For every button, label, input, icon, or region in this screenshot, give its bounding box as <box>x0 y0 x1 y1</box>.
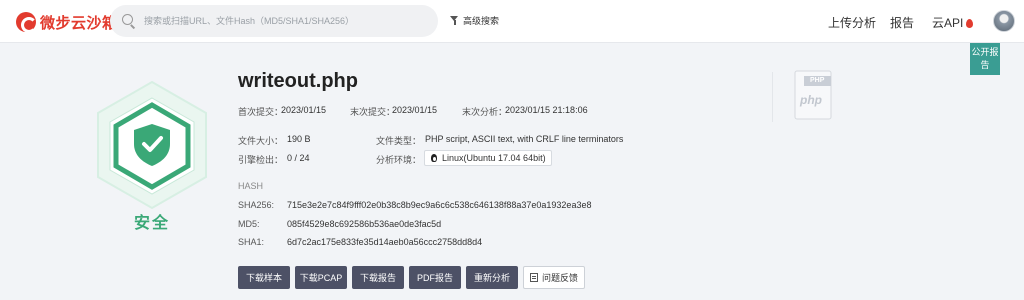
sha256-value: 715e3e2e7c84f9fff02e0b38c8b9ec9a6c6c538c… <box>287 200 592 210</box>
last-submit-value: 2023/01/15 <box>392 105 438 115</box>
md5-label: MD5: <box>238 219 260 229</box>
pdf-report-button[interactable]: PDF报告 <box>409 266 461 289</box>
verdict-shield <box>94 80 210 210</box>
file-size-label: 文件大小： <box>238 136 284 146</box>
last-analysis-label: 末次分析： <box>462 107 508 117</box>
md5-value: 085f4529e8c692586b536ae0de3fac5d <box>287 219 442 229</box>
nav-cloud-api[interactable]: 云API <box>932 14 974 31</box>
analysis-env-label: 分析环境： <box>376 155 422 165</box>
logo-text: 微步云沙箱 <box>40 14 118 32</box>
download-sample-button[interactable]: 下载样本 <box>238 266 290 289</box>
logo-icon <box>16 12 37 33</box>
file-name-title: writeout.php <box>238 70 358 92</box>
sha256-label: SHA256: <box>238 200 275 210</box>
sha1-value: 6d7c2ac175e833fe35d14aeb0a56ccc2758dd8d4 <box>287 237 483 247</box>
user-avatar[interactable] <box>993 10 1015 32</box>
shield-safe-icon <box>97 80 207 210</box>
search-icon <box>122 14 136 28</box>
top-nav-bar: 微步云沙箱 高级搜索 上传分析 报告 云API <box>0 0 1024 43</box>
sha1-label: SHA1: <box>238 237 265 247</box>
nav-report[interactable]: 报告 <box>890 14 914 31</box>
nav-cloud-api-label: 云API <box>932 16 964 30</box>
analysis-env-tag: Linux(Ubuntu 17.04 64bit) <box>424 150 552 166</box>
last-analysis-value: 2023/01/15 21:18:06 <box>505 105 588 115</box>
logo[interactable]: 微步云沙箱 <box>16 11 118 33</box>
file-size-value: 190 B <box>287 134 311 144</box>
nav-upload-analysis[interactable]: 上传分析 <box>828 14 876 31</box>
first-submit-label: 首次提交： <box>238 107 284 117</box>
search-bar <box>110 5 438 37</box>
feedback-button[interactable]: 问题反馈 <box>523 266 585 289</box>
feedback-label: 问题反馈 <box>541 273 578 283</box>
file-type-label: 文件类型： <box>376 136 422 146</box>
hot-icon <box>966 19 974 28</box>
file-icon-text: php <box>800 93 822 107</box>
php-file-icon: PHP php <box>794 70 832 120</box>
filter-icon <box>450 16 459 25</box>
engine-detection-label: 引擎检出： <box>238 155 284 165</box>
verdict-label: 安全 <box>133 215 170 232</box>
last-submit-label: 末次提交： <box>350 107 396 117</box>
first-submit-value: 2023/01/15 <box>281 105 327 115</box>
file-icon-badge: PHP <box>810 77 825 84</box>
hash-heading: HASH <box>238 181 264 191</box>
analysis-env-value: Linux(Ubuntu 17.04 64bit) <box>442 153 546 163</box>
file-type-value: PHP script, ASCII text, with CRLF line t… <box>425 134 624 144</box>
reanalyze-button[interactable]: 重新分析 <box>466 266 518 289</box>
search-input[interactable] <box>144 16 424 26</box>
engine-detection-value: 0 / 24 <box>287 153 310 163</box>
download-report-button[interactable]: 下载报告 <box>352 266 404 289</box>
public-report-badge[interactable]: 公开报告 <box>970 43 1000 75</box>
linux-icon <box>430 153 438 163</box>
advanced-search-link[interactable]: 高级搜索 <box>450 14 499 27</box>
download-pcap-button[interactable]: 下载PCAP <box>295 266 347 289</box>
document-icon <box>529 273 538 282</box>
divider <box>772 72 773 122</box>
advanced-search-label: 高级搜索 <box>463 16 500 26</box>
